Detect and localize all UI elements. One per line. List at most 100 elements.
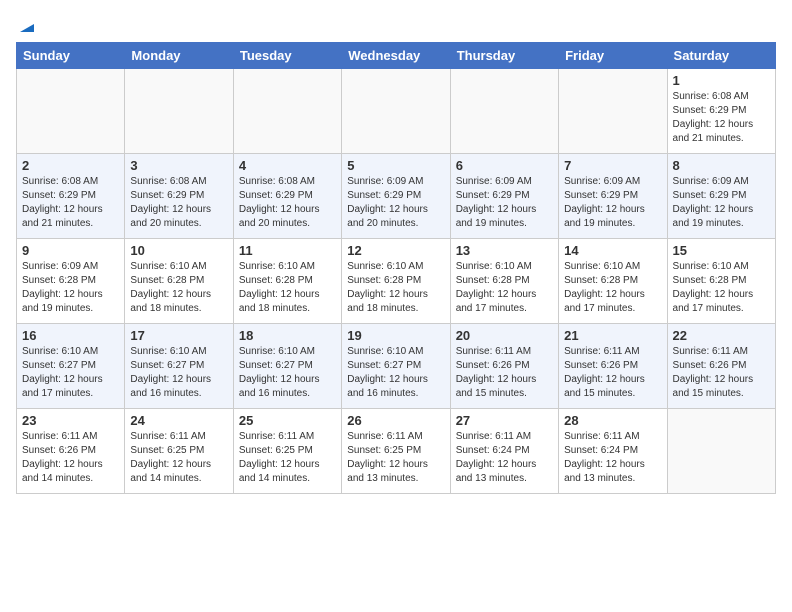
calendar-cell: 13 Sunrise: 6:10 AM Sunset: 6:28 PM Dayli… bbox=[450, 239, 558, 324]
day-number: 17 bbox=[130, 328, 227, 343]
calendar-cell bbox=[233, 69, 341, 154]
calendar-cell: 25Sunrise: 6:11 AM Sunset: 6:25 PM Dayli… bbox=[233, 409, 341, 494]
day-number: 1 bbox=[673, 73, 770, 88]
calendar-cell: 9 Sunrise: 6:09 AM Sunset: 6:28 PM Daylig… bbox=[17, 239, 125, 324]
day-info: Sunrise: 6:10 AM Sunset: 6:28 PM Dayligh… bbox=[130, 260, 227, 316]
day-info: Sunrise: 6:09 AM Sunset: 6:28 PM Dayligh… bbox=[22, 260, 119, 316]
day-info: Sunrise: 6:08 AM Sunset: 6:29 PM Dayligh… bbox=[22, 175, 119, 231]
day-number: 22 bbox=[673, 328, 770, 343]
day-number: 6 bbox=[456, 158, 553, 173]
calendar-cell bbox=[559, 69, 667, 154]
calendar-cell: 18 Sunrise: 6:10 AM Sunset: 6:27 PM Dayli… bbox=[233, 324, 341, 409]
calendar-cell: 16 Sunrise: 6:10 AM Sunset: 6:27 PM Dayli… bbox=[17, 324, 125, 409]
day-info: Sunrise: 6:10 AM Sunset: 6:28 PM Dayligh… bbox=[456, 260, 553, 316]
calendar-cell: 15 Sunrise: 6:10 AM Sunset: 6:28 PM Dayli… bbox=[667, 239, 775, 324]
weekday-header-thursday: Thursday bbox=[450, 43, 558, 69]
calendar-cell: 3 Sunrise: 6:08 AM Sunset: 6:29 PM Daylig… bbox=[125, 154, 233, 239]
calendar-cell: 17 Sunrise: 6:10 AM Sunset: 6:27 PM Dayli… bbox=[125, 324, 233, 409]
day-number: 13 bbox=[456, 243, 553, 258]
calendar-cell bbox=[667, 409, 775, 494]
day-info: Sunrise: 6:11 AM Sunset: 6:26 PM Dayligh… bbox=[673, 345, 770, 401]
day-info: Sunrise: 6:11 AM Sunset: 6:25 PM Dayligh… bbox=[347, 430, 444, 486]
calendar-week-row: 2Sunrise: 6:08 AM Sunset: 6:29 PM Daylig… bbox=[17, 154, 776, 239]
weekday-header-monday: Monday bbox=[125, 43, 233, 69]
day-info: Sunrise: 6:09 AM Sunset: 6:29 PM Dayligh… bbox=[564, 175, 661, 231]
day-number: 9 bbox=[22, 243, 119, 258]
day-info: Sunrise: 6:10 AM Sunset: 6:27 PM Dayligh… bbox=[22, 345, 119, 401]
calendar-cell: 28 Sunrise: 6:11 AM Sunset: 6:24 PM Dayli… bbox=[559, 409, 667, 494]
calendar-cell: 12 Sunrise: 6:10 AM Sunset: 6:28 PM Dayli… bbox=[342, 239, 450, 324]
day-info: Sunrise: 6:10 AM Sunset: 6:28 PM Dayligh… bbox=[239, 260, 336, 316]
day-info: Sunrise: 6:09 AM Sunset: 6:29 PM Dayligh… bbox=[347, 175, 444, 231]
calendar-cell: 26 Sunrise: 6:11 AM Sunset: 6:25 PM Dayli… bbox=[342, 409, 450, 494]
day-number: 28 bbox=[564, 413, 661, 428]
calendar-cell: 7Sunrise: 6:09 AM Sunset: 6:29 PM Daylig… bbox=[559, 154, 667, 239]
day-number: 11 bbox=[239, 243, 336, 258]
day-info: Sunrise: 6:10 AM Sunset: 6:27 PM Dayligh… bbox=[347, 345, 444, 401]
day-info: Sunrise: 6:10 AM Sunset: 6:28 PM Dayligh… bbox=[673, 260, 770, 316]
day-number: 12 bbox=[347, 243, 444, 258]
day-number: 14 bbox=[564, 243, 661, 258]
day-info: Sunrise: 6:10 AM Sunset: 6:27 PM Dayligh… bbox=[239, 345, 336, 401]
day-info: Sunrise: 6:09 AM Sunset: 6:29 PM Dayligh… bbox=[456, 175, 553, 231]
page-header bbox=[16, 16, 776, 30]
calendar-cell: 23 Sunrise: 6:11 AM Sunset: 6:26 PM Dayli… bbox=[17, 409, 125, 494]
calendar-cell bbox=[342, 69, 450, 154]
calendar-week-row: 1 Sunrise: 6:08 AM Sunset: 6:29 PM Daylig… bbox=[17, 69, 776, 154]
calendar-cell: 10 Sunrise: 6:10 AM Sunset: 6:28 PM Dayli… bbox=[125, 239, 233, 324]
day-number: 4 bbox=[239, 158, 336, 173]
calendar-cell: 14Sunrise: 6:10 AM Sunset: 6:28 PM Dayli… bbox=[559, 239, 667, 324]
calendar-week-row: 9 Sunrise: 6:09 AM Sunset: 6:28 PM Daylig… bbox=[17, 239, 776, 324]
day-number: 24 bbox=[130, 413, 227, 428]
day-number: 10 bbox=[130, 243, 227, 258]
calendar-cell: 4 Sunrise: 6:08 AM Sunset: 6:29 PM Daylig… bbox=[233, 154, 341, 239]
day-number: 25 bbox=[239, 413, 336, 428]
calendar-cell bbox=[125, 69, 233, 154]
calendar-cell: 1 Sunrise: 6:08 AM Sunset: 6:29 PM Daylig… bbox=[667, 69, 775, 154]
day-number: 3 bbox=[130, 158, 227, 173]
calendar-week-row: 23 Sunrise: 6:11 AM Sunset: 6:26 PM Dayli… bbox=[17, 409, 776, 494]
calendar-cell: 22 Sunrise: 6:11 AM Sunset: 6:26 PM Dayli… bbox=[667, 324, 775, 409]
day-number: 19 bbox=[347, 328, 444, 343]
day-info: Sunrise: 6:10 AM Sunset: 6:27 PM Dayligh… bbox=[130, 345, 227, 401]
day-number: 5 bbox=[347, 158, 444, 173]
day-info: Sunrise: 6:08 AM Sunset: 6:29 PM Dayligh… bbox=[239, 175, 336, 231]
day-info: Sunrise: 6:11 AM Sunset: 6:26 PM Dayligh… bbox=[564, 345, 661, 401]
calendar-cell: 2Sunrise: 6:08 AM Sunset: 6:29 PM Daylig… bbox=[17, 154, 125, 239]
day-number: 18 bbox=[239, 328, 336, 343]
calendar-cell: 8 Sunrise: 6:09 AM Sunset: 6:29 PM Daylig… bbox=[667, 154, 775, 239]
calendar-cell bbox=[17, 69, 125, 154]
day-info: Sunrise: 6:08 AM Sunset: 6:29 PM Dayligh… bbox=[130, 175, 227, 231]
day-number: 23 bbox=[22, 413, 119, 428]
weekday-header-sunday: Sunday bbox=[17, 43, 125, 69]
calendar-cell: 11 Sunrise: 6:10 AM Sunset: 6:28 PM Dayli… bbox=[233, 239, 341, 324]
calendar-cell: 6 Sunrise: 6:09 AM Sunset: 6:29 PM Daylig… bbox=[450, 154, 558, 239]
calendar-week-row: 16 Sunrise: 6:10 AM Sunset: 6:27 PM Dayli… bbox=[17, 324, 776, 409]
day-number: 8 bbox=[673, 158, 770, 173]
calendar-cell bbox=[450, 69, 558, 154]
day-info: Sunrise: 6:08 AM Sunset: 6:29 PM Dayligh… bbox=[673, 90, 770, 146]
day-number: 16 bbox=[22, 328, 119, 343]
day-info: Sunrise: 6:11 AM Sunset: 6:24 PM Dayligh… bbox=[564, 430, 661, 486]
logo-triangle-icon bbox=[18, 16, 36, 34]
day-info: Sunrise: 6:11 AM Sunset: 6:26 PM Dayligh… bbox=[22, 430, 119, 486]
day-info: Sunrise: 6:09 AM Sunset: 6:29 PM Dayligh… bbox=[673, 175, 770, 231]
calendar-header-row: SundayMondayTuesdayWednesdayThursdayFrid… bbox=[17, 43, 776, 69]
logo bbox=[16, 16, 36, 30]
calendar-cell: 5 Sunrise: 6:09 AM Sunset: 6:29 PM Daylig… bbox=[342, 154, 450, 239]
day-number: 27 bbox=[456, 413, 553, 428]
day-info: Sunrise: 6:11 AM Sunset: 6:26 PM Dayligh… bbox=[456, 345, 553, 401]
calendar-table: SundayMondayTuesdayWednesdayThursdayFrid… bbox=[16, 42, 776, 494]
day-info: Sunrise: 6:11 AM Sunset: 6:25 PM Dayligh… bbox=[130, 430, 227, 486]
day-number: 21 bbox=[564, 328, 661, 343]
calendar-cell: 24 Sunrise: 6:11 AM Sunset: 6:25 PM Dayli… bbox=[125, 409, 233, 494]
calendar-cell: 27 Sunrise: 6:11 AM Sunset: 6:24 PM Dayli… bbox=[450, 409, 558, 494]
day-number: 26 bbox=[347, 413, 444, 428]
day-number: 20 bbox=[456, 328, 553, 343]
day-info: Sunrise: 6:10 AM Sunset: 6:28 PM Dayligh… bbox=[347, 260, 444, 316]
day-number: 15 bbox=[673, 243, 770, 258]
calendar-cell: 20 Sunrise: 6:11 AM Sunset: 6:26 PM Dayli… bbox=[450, 324, 558, 409]
calendar-cell: 19 Sunrise: 6:10 AM Sunset: 6:27 PM Dayli… bbox=[342, 324, 450, 409]
day-info: Sunrise: 6:11 AM Sunset: 6:24 PM Dayligh… bbox=[456, 430, 553, 486]
weekday-header-wednesday: Wednesday bbox=[342, 43, 450, 69]
